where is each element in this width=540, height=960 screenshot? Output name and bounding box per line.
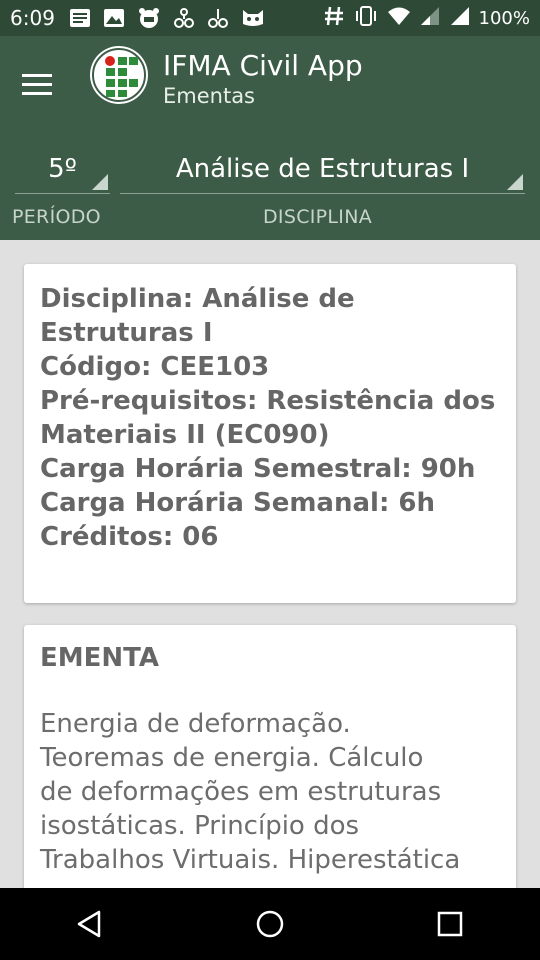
cat-icon bbox=[241, 8, 265, 28]
hash-icon bbox=[323, 5, 345, 31]
ementa-line: Energia de deformação. bbox=[40, 709, 351, 739]
disciplina-label: DISCIPLINA bbox=[263, 206, 373, 228]
periodo-spinner[interactable]: 5º bbox=[15, 144, 110, 194]
ementa-text: Energia de deformação. Teoremas de energ… bbox=[40, 707, 500, 877]
disciplina-spinner[interactable]: Análise de Estruturas I bbox=[120, 144, 525, 194]
app-bar: IFMA Civil App Ementas 5º Análise de Est… bbox=[0, 36, 540, 240]
app-title: IFMA Civil App bbox=[163, 49, 363, 82]
back-triangle-icon bbox=[77, 910, 101, 938]
badge-icon bbox=[137, 7, 161, 29]
fork-icon bbox=[207, 7, 229, 29]
info-line: Materiais II (EC090) bbox=[40, 420, 330, 450]
signal-icon bbox=[449, 5, 471, 31]
vibrate-icon bbox=[353, 5, 379, 31]
info-line: Pré-requisitos: Resistência dos bbox=[40, 386, 496, 416]
back-button[interactable] bbox=[60, 894, 120, 954]
info-card: Disciplina: Análise de Estruturas I Códi… bbox=[24, 264, 516, 603]
ementa-card: EMENTA Energia de deformação. Teoremas d… bbox=[24, 625, 516, 888]
app-subtitle: Ementas bbox=[163, 84, 255, 108]
notification-icons bbox=[69, 7, 265, 29]
ementa-line: Trabalhos Virtuais. Hiperestática bbox=[40, 845, 461, 875]
periodo-value: 5º bbox=[48, 153, 77, 184]
image-icon bbox=[103, 8, 125, 28]
recents-square-icon bbox=[437, 911, 463, 937]
home-button[interactable] bbox=[240, 894, 300, 954]
ementa-heading: EMENTA bbox=[40, 643, 159, 673]
dropdown-triangle-icon bbox=[507, 174, 523, 190]
home-circle-icon bbox=[256, 910, 284, 938]
hamburger-line bbox=[22, 91, 52, 95]
periodo-label: PERÍODO bbox=[12, 206, 101, 228]
status-time: 6:09 bbox=[10, 6, 55, 30]
info-line: Disciplina: Análise de bbox=[40, 284, 355, 314]
ementa-line: isostáticas. Princípio dos bbox=[40, 811, 360, 841]
dropdown-triangle-icon bbox=[92, 174, 108, 190]
info-line: Carga Horária Semanal: 6h bbox=[40, 488, 435, 518]
fork-icon bbox=[173, 7, 195, 29]
ementa-line: Teoremas de energia. Cálculo bbox=[40, 743, 424, 773]
info-line: Estruturas I bbox=[40, 318, 213, 348]
signal-icon bbox=[419, 5, 441, 31]
ementa-line: de deformações em estruturas bbox=[40, 777, 442, 807]
info-line: Carga Horária Semestral: 90h bbox=[40, 454, 476, 484]
info-line: Código: CEE103 bbox=[40, 352, 270, 382]
info-line: Créditos: 06 bbox=[40, 522, 219, 552]
recents-button[interactable] bbox=[420, 894, 480, 954]
content-area[interactable]: Disciplina: Análise de Estruturas I Códi… bbox=[0, 240, 540, 888]
wifi-icon bbox=[387, 5, 411, 31]
disciplina-value: Análise de Estruturas I bbox=[175, 153, 470, 184]
hamburger-line bbox=[22, 73, 52, 77]
battery-text: 100% bbox=[478, 7, 530, 29]
menu-button[interactable] bbox=[22, 64, 62, 104]
ifma-logo-icon bbox=[90, 46, 148, 104]
system-icons: 100% bbox=[323, 5, 530, 31]
notes-icon bbox=[69, 8, 91, 28]
status-bar: 6:09 100% bbox=[0, 0, 540, 36]
hamburger-line bbox=[22, 82, 52, 86]
navigation-bar bbox=[0, 888, 540, 960]
